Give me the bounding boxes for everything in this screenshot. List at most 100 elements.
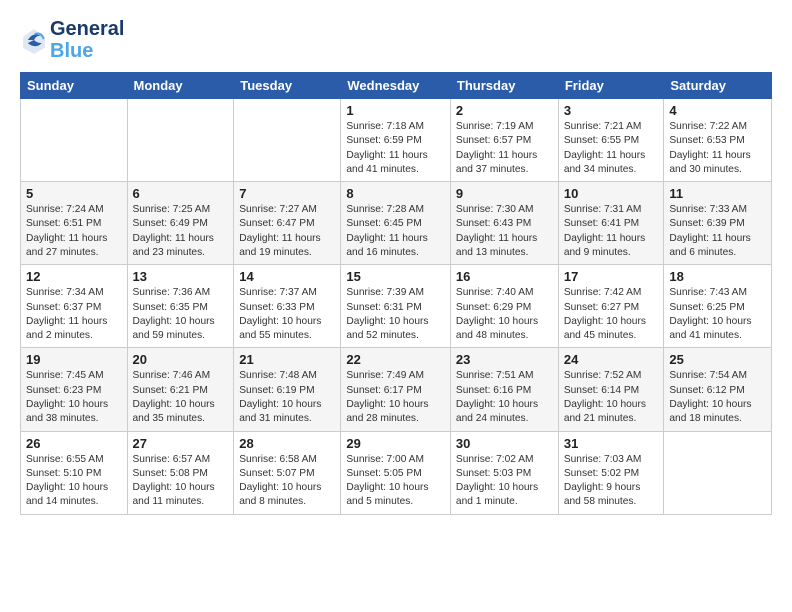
day-number: 29 [346, 436, 445, 451]
calendar-cell: 29 Sunrise: 7:00 AMSunset: 5:05 PMDayligh… [341, 431, 451, 514]
day-number: 1 [346, 103, 445, 118]
col-header-sunday: Sunday [21, 73, 128, 99]
day-info: Sunrise: 7:00 AMSunset: 5:05 PMDaylight:… [346, 453, 445, 510]
calendar-header-row: SundayMondayTuesdayWednesdayThursdayFrid… [21, 73, 772, 99]
header: General Blue [20, 18, 772, 62]
day-number: 23 [456, 352, 553, 367]
day-number: 6 [133, 186, 229, 201]
day-info: Sunrise: 7:27 AMSunset: 6:47 PMDaylight:… [239, 203, 335, 260]
day-number: 9 [456, 186, 553, 201]
day-number: 5 [26, 186, 122, 201]
calendar-cell: 1 Sunrise: 7:18 AMSunset: 6:59 PMDaylight… [341, 99, 451, 182]
day-info: Sunrise: 7:22 AMSunset: 6:53 PMDaylight:… [669, 120, 766, 177]
day-info: Sunrise: 7:02 AMSunset: 5:03 PMDaylight:… [456, 453, 553, 510]
calendar-week-row: 1 Sunrise: 7:18 AMSunset: 6:59 PMDaylight… [21, 99, 772, 182]
calendar-cell: 6Sunrise: 7:25 AMSunset: 6:49 PMDaylight… [127, 182, 234, 265]
calendar-cell: 18 Sunrise: 7:43 AMSunset: 6:25 PMDayligh… [664, 265, 772, 348]
day-info: Sunrise: 7:48 AMSunset: 6:19 PMDaylight:… [239, 369, 335, 426]
calendar-week-row: 19 Sunrise: 7:45 AMSunset: 6:23 PMDayligh… [21, 348, 772, 431]
calendar-table: SundayMondayTuesdayWednesdayThursdayFrid… [20, 72, 772, 515]
logo: General Blue [20, 18, 124, 62]
calendar-cell: 14 Sunrise: 7:37 AMSunset: 6:33 PMDayligh… [234, 265, 341, 348]
calendar-cell [234, 99, 341, 182]
day-info: Sunrise: 7:52 AMSunset: 6:14 PMDaylight:… [564, 369, 659, 426]
day-number: 14 [239, 269, 335, 284]
calendar-cell: 10 Sunrise: 7:31 AMSunset: 6:41 PMDayligh… [558, 182, 664, 265]
day-info: Sunrise: 7:46 AMSunset: 6:21 PMDaylight:… [133, 369, 229, 426]
day-number: 16 [456, 269, 553, 284]
calendar-week-row: 12Sunrise: 7:34 AMSunset: 6:37 PMDayligh… [21, 265, 772, 348]
calendar-cell: 9 Sunrise: 7:30 AMSunset: 6:43 PMDaylight… [450, 182, 558, 265]
day-number: 7 [239, 186, 335, 201]
col-header-saturday: Saturday [664, 73, 772, 99]
day-info: Sunrise: 7:18 AMSunset: 6:59 PMDaylight:… [346, 120, 445, 177]
calendar-cell [127, 99, 234, 182]
day-number: 13 [133, 269, 229, 284]
calendar-cell: 5Sunrise: 7:24 AMSunset: 6:51 PMDaylight… [21, 182, 128, 265]
day-info: Sunrise: 7:28 AMSunset: 6:45 PMDaylight:… [346, 203, 445, 260]
day-number: 19 [26, 352, 122, 367]
day-number: 20 [133, 352, 229, 367]
day-info: Sunrise: 7:03 AMSunset: 5:02 PMDaylight:… [564, 453, 659, 510]
day-number: 17 [564, 269, 659, 284]
day-number: 2 [456, 103, 553, 118]
col-header-tuesday: Tuesday [234, 73, 341, 99]
day-number: 3 [564, 103, 659, 118]
calendar-cell: 2 Sunrise: 7:19 AMSunset: 6:57 PMDaylight… [450, 99, 558, 182]
calendar-cell: 21 Sunrise: 7:48 AMSunset: 6:19 PMDayligh… [234, 348, 341, 431]
calendar-cell: 7 Sunrise: 7:27 AMSunset: 6:47 PMDaylight… [234, 182, 341, 265]
day-number: 26 [26, 436, 122, 451]
calendar-week-row: 26 Sunrise: 6:55 AMSunset: 5:10 PMDayligh… [21, 431, 772, 514]
calendar-cell: 15 Sunrise: 7:39 AMSunset: 6:31 PMDayligh… [341, 265, 451, 348]
calendar-cell: 12Sunrise: 7:34 AMSunset: 6:37 PMDayligh… [21, 265, 128, 348]
calendar-cell: 24 Sunrise: 7:52 AMSunset: 6:14 PMDayligh… [558, 348, 664, 431]
day-info: Sunrise: 7:33 AMSunset: 6:39 PMDaylight:… [669, 203, 766, 260]
col-header-thursday: Thursday [450, 73, 558, 99]
calendar-cell [21, 99, 128, 182]
col-header-monday: Monday [127, 73, 234, 99]
calendar-cell: 16 Sunrise: 7:40 AMSunset: 6:29 PMDayligh… [450, 265, 558, 348]
calendar-week-row: 5Sunrise: 7:24 AMSunset: 6:51 PMDaylight… [21, 182, 772, 265]
day-info: Sunrise: 7:49 AMSunset: 6:17 PMDaylight:… [346, 369, 445, 426]
calendar-cell: 19 Sunrise: 7:45 AMSunset: 6:23 PMDayligh… [21, 348, 128, 431]
day-number: 8 [346, 186, 445, 201]
calendar-cell: 13 Sunrise: 7:36 AMSunset: 6:35 PMDayligh… [127, 265, 234, 348]
day-info: Sunrise: 7:34 AMSunset: 6:37 PMDaylight:… [26, 286, 122, 343]
calendar-cell: 8 Sunrise: 7:28 AMSunset: 6:45 PMDaylight… [341, 182, 451, 265]
day-number: 21 [239, 352, 335, 367]
calendar-cell: 22 Sunrise: 7:49 AMSunset: 6:17 PMDayligh… [341, 348, 451, 431]
calendar-cell: 28Sunrise: 6:58 AMSunset: 5:07 PMDayligh… [234, 431, 341, 514]
day-info: Sunrise: 7:40 AMSunset: 6:29 PMDaylight:… [456, 286, 553, 343]
day-info: Sunrise: 7:36 AMSunset: 6:35 PMDaylight:… [133, 286, 229, 343]
day-number: 27 [133, 436, 229, 451]
day-info: Sunrise: 7:39 AMSunset: 6:31 PMDaylight:… [346, 286, 445, 343]
day-info: Sunrise: 7:31 AMSunset: 6:41 PMDaylight:… [564, 203, 659, 260]
day-info: Sunrise: 7:45 AMSunset: 6:23 PMDaylight:… [26, 369, 122, 426]
day-info: Sunrise: 7:37 AMSunset: 6:33 PMDaylight:… [239, 286, 335, 343]
day-info: Sunrise: 7:30 AMSunset: 6:43 PMDaylight:… [456, 203, 553, 260]
day-number: 24 [564, 352, 659, 367]
day-number: 22 [346, 352, 445, 367]
calendar-cell [664, 431, 772, 514]
page: General Blue SundayMondayTuesdayWednesda… [0, 0, 792, 612]
calendar-cell: 11 Sunrise: 7:33 AMSunset: 6:39 PMDayligh… [664, 182, 772, 265]
day-info: Sunrise: 7:19 AMSunset: 6:57 PMDaylight:… [456, 120, 553, 177]
calendar-cell: 3 Sunrise: 7:21 AMSunset: 6:55 PMDaylight… [558, 99, 664, 182]
day-number: 4 [669, 103, 766, 118]
day-info: Sunrise: 7:42 AMSunset: 6:27 PMDaylight:… [564, 286, 659, 343]
day-number: 25 [669, 352, 766, 367]
col-header-friday: Friday [558, 73, 664, 99]
day-info: Sunrise: 7:54 AMSunset: 6:12 PMDaylight:… [669, 369, 766, 426]
day-info: Sunrise: 7:43 AMSunset: 6:25 PMDaylight:… [669, 286, 766, 343]
day-number: 15 [346, 269, 445, 284]
day-number: 11 [669, 186, 766, 201]
col-header-wednesday: Wednesday [341, 73, 451, 99]
logo-icon [20, 26, 48, 54]
day-number: 10 [564, 186, 659, 201]
day-info: Sunrise: 7:21 AMSunset: 6:55 PMDaylight:… [564, 120, 659, 177]
logo-text: General Blue [50, 18, 124, 62]
day-number: 18 [669, 269, 766, 284]
calendar-cell: 17 Sunrise: 7:42 AMSunset: 6:27 PMDayligh… [558, 265, 664, 348]
day-info: Sunrise: 6:55 AMSunset: 5:10 PMDaylight:… [26, 453, 122, 510]
calendar-cell: 31Sunrise: 7:03 AMSunset: 5:02 PMDayligh… [558, 431, 664, 514]
